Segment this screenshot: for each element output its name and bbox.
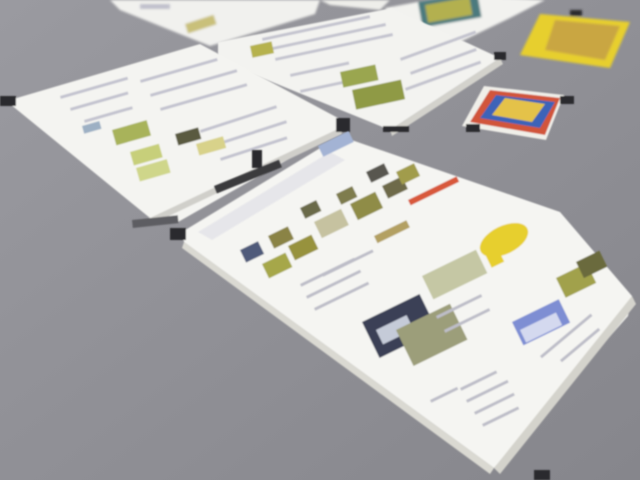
photo-scene bbox=[0, 0, 640, 480]
scene-svg bbox=[0, 0, 640, 480]
